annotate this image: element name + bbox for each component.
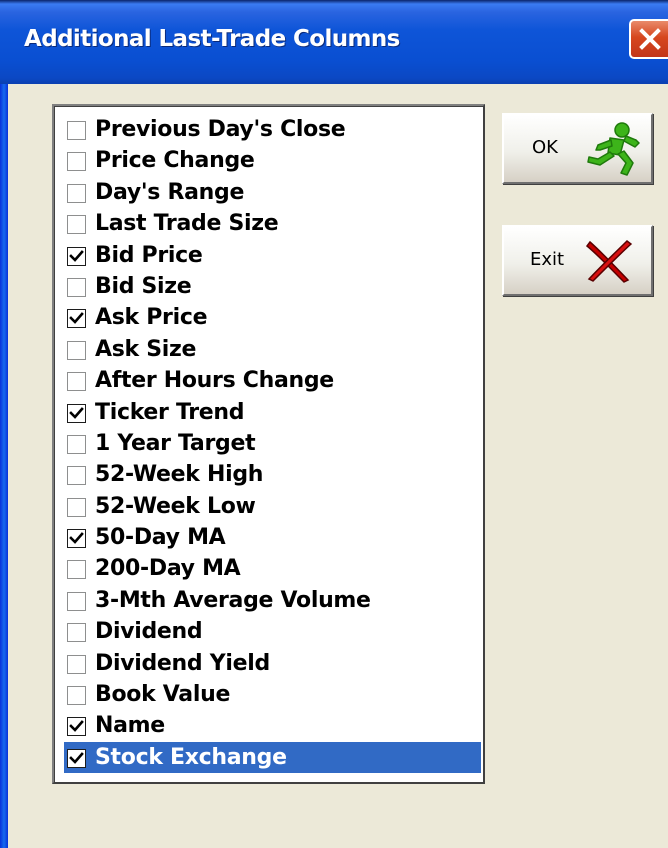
checkbox-unchecked[interactable] bbox=[67, 434, 86, 454]
checklist-item[interactable]: 52-Week Low bbox=[64, 491, 481, 522]
checklist-item-label: 3-Mth Average Volume bbox=[95, 587, 371, 613]
exit-button-label: Exit bbox=[530, 249, 565, 270]
checkbox-checked[interactable] bbox=[67, 246, 86, 266]
checkbox-unchecked[interactable] bbox=[67, 183, 86, 203]
checkbox-unchecked[interactable] bbox=[67, 591, 86, 611]
checklist-item[interactable]: Stock Exchange bbox=[64, 741, 481, 774]
checklist-item[interactable]: Ticker Trend bbox=[64, 397, 481, 428]
checklist-item[interactable]: 1 Year Target bbox=[64, 428, 481, 459]
checklist-item[interactable]: After Hours Change bbox=[64, 365, 481, 396]
ok-button-label: OK bbox=[532, 137, 558, 158]
checkmark-icon bbox=[69, 751, 84, 764]
checklist-item[interactable]: Bid Size bbox=[64, 271, 481, 302]
columns-checklist[interactable]: Previous Day's Close Price Change Day's Ra… bbox=[52, 104, 485, 784]
checkmark-icon bbox=[69, 406, 84, 419]
checklist-item[interactable]: 52-Week High bbox=[64, 459, 481, 490]
checklist-item-label: Bid Price bbox=[95, 242, 203, 268]
checkbox-unchecked[interactable] bbox=[67, 623, 86, 643]
checkbox-checked[interactable] bbox=[67, 403, 86, 423]
checklist-item[interactable]: Ask Price bbox=[64, 302, 481, 333]
checklist-item[interactable]: Name bbox=[64, 710, 481, 741]
checkmark-icon bbox=[69, 312, 84, 325]
checkbox-unchecked[interactable] bbox=[67, 466, 86, 486]
checkmark-icon bbox=[69, 720, 84, 733]
checklist-item-label: Day's Range bbox=[95, 179, 245, 205]
checkbox-unchecked[interactable] bbox=[67, 497, 86, 517]
checklist-item[interactable]: Bid Price bbox=[64, 240, 481, 271]
checklist-item-label: Name bbox=[95, 713, 165, 739]
checkbox-checked[interactable] bbox=[67, 309, 86, 329]
checklist-item[interactable]: Book Value bbox=[64, 679, 481, 710]
checkbox-unchecked[interactable] bbox=[67, 152, 86, 172]
window-frame-left bbox=[0, 84, 8, 848]
dialog-window: Additional Last-Trade Columns Previous D… bbox=[0, 0, 668, 848]
checklist-item-label: 52-Week Low bbox=[95, 493, 256, 519]
checklist-item[interactable]: Dividend Yield bbox=[64, 648, 481, 679]
close-button[interactable] bbox=[629, 19, 668, 59]
checklist-item[interactable]: 3-Mth Average Volume bbox=[64, 585, 481, 616]
close-x-icon bbox=[639, 28, 661, 50]
checklist-item-label: Dividend Yield bbox=[95, 650, 270, 676]
checklist-item-label: Bid Size bbox=[95, 273, 192, 299]
checklist-item-label: Ask Size bbox=[95, 336, 197, 362]
exit-button[interactable]: Exit bbox=[502, 225, 653, 296]
checkmark-icon bbox=[69, 249, 84, 262]
checklist-item-label: Last Trade Size bbox=[95, 211, 279, 237]
checkmark-icon bbox=[69, 532, 84, 544]
checkbox-unchecked[interactable] bbox=[67, 372, 86, 392]
window-title: Additional Last-Trade Columns bbox=[24, 26, 400, 52]
checklist-item-label: Book Value bbox=[95, 682, 231, 708]
checklist-item-label: Stock Exchange bbox=[95, 744, 287, 770]
checklist-item[interactable]: Last Trade Size bbox=[64, 208, 481, 239]
checkbox-unchecked[interactable] bbox=[67, 121, 86, 140]
ok-button[interactable]: OK bbox=[502, 113, 653, 184]
checklist-item[interactable]: Price Change bbox=[64, 145, 481, 176]
checklist-item-label: Ask Price bbox=[95, 305, 208, 331]
checkbox-unchecked[interactable] bbox=[67, 560, 86, 580]
checkbox-checked[interactable] bbox=[67, 748, 86, 768]
title-bar[interactable]: Additional Last-Trade Columns bbox=[0, 0, 668, 84]
checklist-item-label: 200-Day MA bbox=[95, 556, 241, 582]
checkbox-unchecked[interactable] bbox=[67, 654, 86, 674]
checklist-item[interactable]: Dividend bbox=[64, 616, 481, 647]
checklist-item-label: 1 Year Target bbox=[95, 430, 256, 456]
checklist-item-label: Dividend bbox=[95, 619, 203, 645]
checklist-item[interactable]: Previous Day's Close bbox=[64, 114, 481, 145]
checklist-item[interactable]: Ask Size bbox=[64, 334, 481, 365]
checklist-item-label: 52-Week High bbox=[95, 462, 264, 488]
red-x-icon bbox=[585, 240, 633, 283]
checklist-item-label: Previous Day's Close bbox=[95, 117, 346, 142]
running-man-icon bbox=[587, 122, 640, 176]
checklist-item[interactable]: Day's Range bbox=[64, 177, 481, 208]
checkbox-unchecked[interactable] bbox=[67, 686, 86, 706]
checklist-item[interactable]: 50-Day MA bbox=[64, 522, 481, 553]
checkbox-checked[interactable] bbox=[67, 529, 86, 549]
checkbox-checked[interactable] bbox=[67, 717, 86, 737]
checkbox-unchecked[interactable] bbox=[67, 277, 86, 297]
checklist-item[interactable]: 200-Day MA bbox=[64, 553, 481, 584]
checkbox-unchecked[interactable] bbox=[67, 340, 86, 360]
checkbox-unchecked[interactable] bbox=[67, 215, 86, 235]
checklist-item-label: Ticker Trend bbox=[95, 399, 245, 425]
checklist-item-label: After Hours Change bbox=[95, 368, 334, 394]
checklist-item-label: 50-Day MA bbox=[95, 525, 226, 551]
checklist-item-label: Price Change bbox=[95, 148, 255, 174]
